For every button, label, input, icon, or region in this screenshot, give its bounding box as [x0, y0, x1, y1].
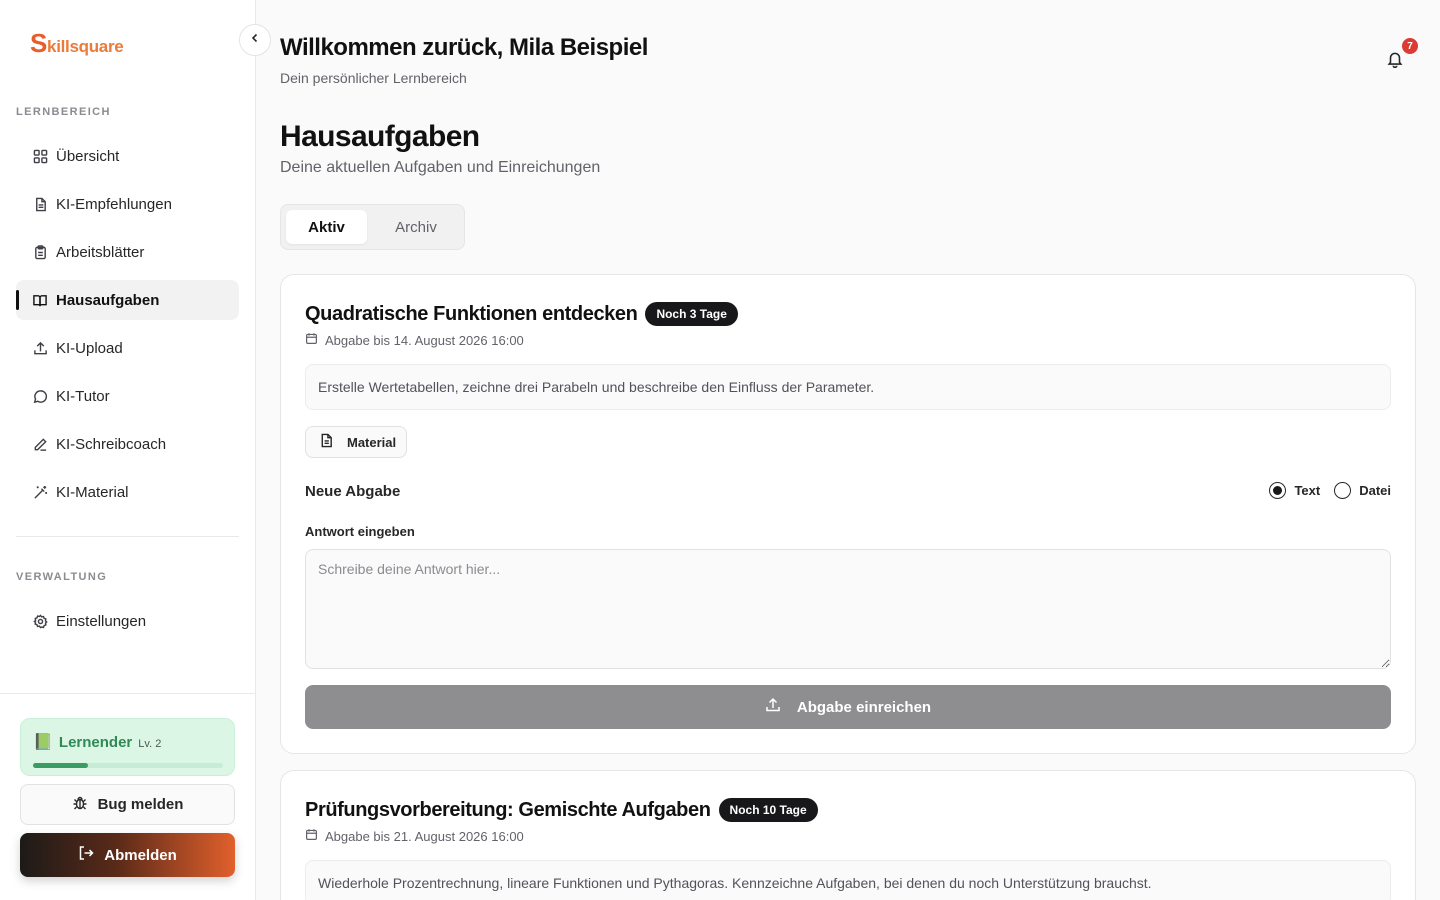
- sidebar-item-ki-material[interactable]: KI-Material: [16, 472, 239, 512]
- notification-count-badge: 7: [1402, 38, 1418, 54]
- welcome-subtitle: Dein persönlicher Lernbereich: [280, 70, 467, 86]
- page-title: Hausaufgaben: [280, 120, 480, 153]
- radio-text[interactable]: Text: [1269, 482, 1320, 499]
- sidebar-collapse-button[interactable]: [239, 24, 271, 56]
- section-label-learning: LERNBEREICH: [16, 106, 111, 118]
- logout-label: Abmelden: [104, 846, 177, 864]
- file-text-icon: [32, 196, 48, 212]
- answer-label: Antwort eingeben: [305, 524, 415, 539]
- sidebar-item-einstellungen[interactable]: Einstellungen: [16, 601, 239, 641]
- tab-aktiv[interactable]: Aktiv: [286, 210, 367, 244]
- gear-icon: [32, 613, 48, 629]
- assignment-description: Wiederhole Prozentrechnung, lineare Funk…: [305, 860, 1391, 900]
- logout-button[interactable]: Abmelden: [20, 833, 235, 877]
- welcome-heading: Willkommen zurück, Mila Beispiel: [280, 34, 648, 61]
- upload-icon: [765, 697, 781, 717]
- clipboard-icon: [32, 244, 48, 260]
- chat-bubble-icon: [32, 388, 48, 404]
- sidebar-item-label: Hausaufgaben: [56, 291, 160, 309]
- sidebar-item-label: Übersicht: [56, 147, 120, 165]
- pen-icon: [32, 436, 48, 452]
- radio-file-indicator: [1334, 482, 1352, 499]
- submit-button[interactable]: Abgabe einreichen: [305, 685, 1391, 729]
- section-label-admin: VERWALTUNG: [16, 571, 108, 583]
- sidebar: Skillsquare LERNBEREICH Übersicht KI-Emp…: [0, 0, 256, 900]
- submission-type-radio-group: Text Datei: [1269, 482, 1391, 499]
- bug-report-button[interactable]: Bug melden: [20, 784, 235, 825]
- radio-text-indicator: [1269, 482, 1287, 499]
- main-content: Willkommen zurück, Mila Beispiel Dein pe…: [256, 0, 1440, 900]
- calendar-icon: [305, 828, 318, 844]
- sidebar-nav: Übersicht KI-Empfehlungen Arbeitsblätter…: [16, 136, 239, 520]
- sidebar-item-ki-empfehlungen[interactable]: KI-Empfehlungen: [16, 184, 239, 224]
- assignment-card: Prüfungsvorbereitung: Gemischte Aufgaben…: [280, 770, 1416, 900]
- assignment-title: Prüfungsvorbereitung: Gemischte Aufgaben: [305, 798, 711, 821]
- page-subtitle: Deine aktuellen Aufgaben und Einreichung…: [280, 159, 601, 176]
- assignment-title: Quadratische Funktionen entdecken: [305, 302, 638, 325]
- sidebar-item-uebersicht[interactable]: Übersicht: [16, 136, 239, 176]
- sidebar-admin-nav: Einstellungen: [16, 601, 239, 649]
- sidebar-item-ki-schreibcoach[interactable]: KI-Schreibcoach: [16, 424, 239, 464]
- bug-icon: [72, 795, 88, 815]
- answer-textarea[interactable]: [305, 549, 1391, 669]
- radio-file[interactable]: Datei: [1334, 482, 1391, 499]
- due-date: Abgabe bis 21. August 2026 16:00: [325, 828, 524, 844]
- due-date: Abgabe bis 14. August 2026 16:00: [325, 332, 524, 348]
- tab-archiv[interactable]: Archiv: [371, 210, 461, 244]
- sidebar-item-label: KI-Upload: [56, 339, 123, 357]
- sidebar-item-arbeitsblaetter[interactable]: Arbeitsblätter: [16, 232, 239, 272]
- material-label: Material: [347, 434, 397, 450]
- notifications-button[interactable]: [1386, 50, 1406, 70]
- document-icon: [319, 433, 334, 451]
- sidebar-item-label: KI-Material: [56, 483, 129, 501]
- assignment-card: Quadratische Funktionen entdecken Noch 3…: [280, 274, 1416, 754]
- book-open-icon: [32, 292, 48, 308]
- bell-icon: [1386, 52, 1404, 72]
- level-progress-bar: [33, 763, 223, 768]
- level-emoji: 📗: [33, 734, 53, 751]
- sidebar-item-ki-upload[interactable]: KI-Upload: [16, 328, 239, 368]
- sidebar-item-label: KI-Tutor: [56, 387, 110, 405]
- chevron-left-icon: [249, 31, 261, 49]
- logo[interactable]: Skillsquare: [30, 28, 124, 59]
- assignment-description: Erstelle Wertetabellen, zeichne drei Par…: [305, 364, 1391, 410]
- grid-icon: [32, 148, 48, 164]
- tab-list: Aktiv Archiv: [280, 204, 465, 250]
- due-badge: Noch 3 Tage: [645, 302, 738, 326]
- sidebar-item-label: KI-Empfehlungen: [56, 195, 172, 213]
- radio-file-label: Datei: [1359, 483, 1391, 498]
- logout-icon: [78, 845, 94, 865]
- sidebar-item-label: Einstellungen: [56, 612, 147, 630]
- upload-icon: [32, 340, 48, 356]
- radio-text-label: Text: [1294, 483, 1321, 498]
- logo-letter: S: [30, 28, 48, 58]
- level-name: Lernender: [58, 734, 133, 751]
- magic-wand-icon: [32, 484, 48, 500]
- calendar-icon: [305, 332, 318, 348]
- new-submission-heading: Neue Abgabe: [305, 483, 401, 500]
- sidebar-item-label: Arbeitsblätter: [56, 243, 145, 261]
- due-badge: Noch 10 Tage: [718, 798, 818, 822]
- bug-report-label: Bug melden: [97, 796, 184, 813]
- sidebar-item-hausaufgaben[interactable]: Hausaufgaben: [16, 280, 239, 320]
- sidebar-footer: 📗 Lernender Lv. 2 Bug melden Abmelden: [0, 693, 256, 900]
- sidebar-item-ki-tutor[interactable]: KI-Tutor: [16, 376, 239, 416]
- sidebar-item-label: KI-Schreibcoach: [56, 435, 167, 453]
- sidebar-divider: [16, 536, 239, 537]
- level-progress-fill: [33, 763, 89, 768]
- material-button[interactable]: Material: [305, 426, 407, 458]
- level-card: 📗 Lernender Lv. 2: [20, 718, 235, 776]
- logo-text: killsquare: [47, 37, 124, 56]
- submit-label: Abgabe einreichen: [796, 698, 932, 716]
- level-number: Lv. 2: [138, 738, 162, 750]
